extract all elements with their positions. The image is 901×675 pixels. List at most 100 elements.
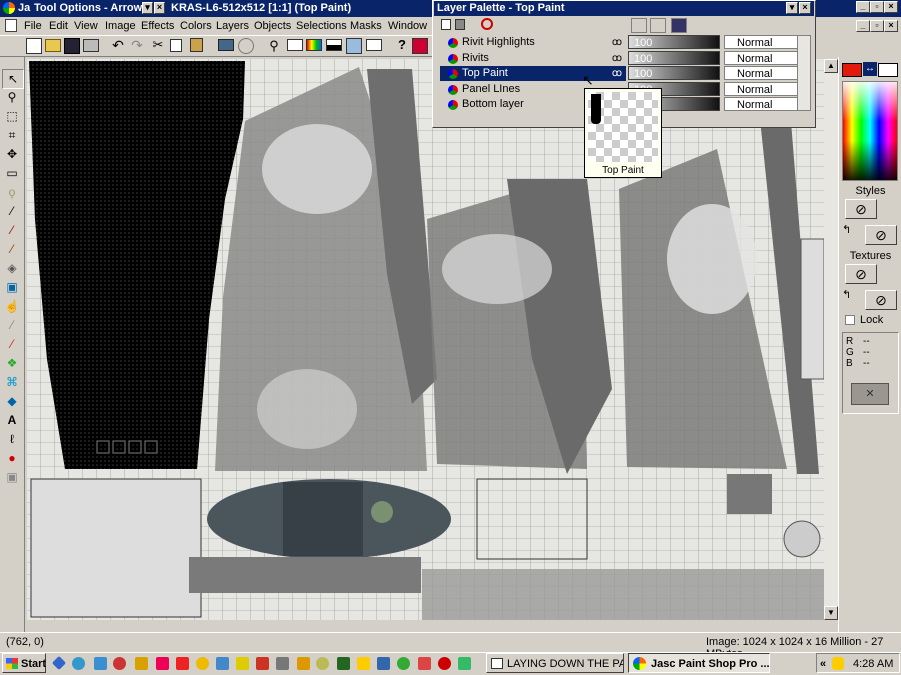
context-help-icon[interactable] <box>412 38 428 54</box>
screen-capture-icon[interactable] <box>218 39 234 51</box>
horizontal-scrollbar[interactable] <box>27 620 824 632</box>
visibility-glasses-icon[interactable]: ꝏ <box>612 66 622 81</box>
quicklaunch-icon-6[interactable] <box>156 657 169 670</box>
histogram-icon[interactable] <box>326 39 342 51</box>
maximize-button[interactable]: ▫ <box>870 1 884 13</box>
layer-palette-titlebar[interactable]: Layer Palette - Top Paint ▾ × <box>434 1 814 16</box>
quicklaunch-icon-19[interactable] <box>418 657 431 670</box>
minimize-button[interactable]: _ <box>856 1 870 13</box>
quicklaunch-icon-21[interactable] <box>458 657 471 670</box>
quicklaunch-icon-13[interactable] <box>297 657 310 670</box>
doc-icon[interactable] <box>5 19 17 32</box>
start-button[interactable]: Start <box>2 653 46 673</box>
undo-icon[interactable]: ↶ <box>110 37 126 53</box>
airbrush-icon[interactable]: ⌘ <box>2 373 22 391</box>
layer-row-top-paint[interactable]: Top Paint ꝏ <box>440 66 626 81</box>
menu-file[interactable]: File <box>24 17 42 35</box>
opacity-slider[interactable]: 100 <box>628 35 720 49</box>
layer-properties-icon[interactable] <box>481 18 493 30</box>
flood-fill-icon[interactable]: ◆ <box>2 392 22 410</box>
menu-window[interactable]: Window <box>388 17 427 35</box>
swap-textures-icon[interactable]: ↰ <box>842 288 851 301</box>
tab-mask-icon[interactable] <box>650 18 666 33</box>
tray-hand-icon[interactable] <box>832 657 844 670</box>
blend-mode-select[interactable]: Normal <box>724 82 808 96</box>
opacity-slider[interactable]: 100 <box>628 66 720 80</box>
foreground-color-swatch[interactable] <box>842 63 862 77</box>
help-icon[interactable]: ? <box>394 37 410 53</box>
mover-tool-icon[interactable]: ✥ <box>2 145 22 163</box>
vertical-scrollbar[interactable]: ▲ ▼ <box>824 59 838 620</box>
blend-mode-select[interactable]: Normal <box>724 97 808 111</box>
dropper-tool-icon[interactable]: ⁄ <box>2 221 22 239</box>
tool-options-toggle-icon[interactable] <box>287 39 303 51</box>
color-replacer-icon[interactable]: ▣ <box>2 278 22 296</box>
color-palette-toggle-icon[interactable] <box>306 39 322 51</box>
close-button[interactable]: × <box>884 1 898 13</box>
color-spectrum-picker[interactable] <box>842 81 898 181</box>
tray-expand-chevron[interactable]: « <box>820 654 826 674</box>
tab-visibility-icon[interactable] <box>631 18 647 33</box>
menu-colors[interactable]: Colors <box>180 17 212 35</box>
quicklaunch-icon-7[interactable] <box>176 657 189 670</box>
preset-shapes-icon[interactable]: ● <box>2 449 22 467</box>
crop-tool-icon[interactable]: ⌗ <box>2 126 22 144</box>
zoom-icon[interactable]: ⚲ <box>266 38 282 54</box>
menu-view[interactable]: View <box>74 17 98 35</box>
tab-groups-icon[interactable] <box>671 18 687 33</box>
background-color-swatch[interactable] <box>878 63 898 77</box>
quicklaunch-icon-3[interactable] <box>94 657 107 670</box>
scroll-up-button[interactable]: ▲ <box>824 59 838 73</box>
new-file-icon[interactable] <box>26 38 42 54</box>
text-tool-icon[interactable]: A <box>2 411 22 429</box>
menu-masks[interactable]: Masks <box>350 17 382 35</box>
layer-palette-scrollbar[interactable] <box>797 35 811 111</box>
cut-icon[interactable]: ✂ <box>150 37 166 53</box>
taskbar-item-paint-shop-pro[interactable]: Jasc Paint Shop Pro ... <box>628 653 770 673</box>
redo-icon[interactable]: ↷ <box>129 37 145 53</box>
menu-layers[interactable]: Layers <box>216 17 249 35</box>
layer-row-rivits[interactable]: Rivits ꝏ <box>440 51 626 66</box>
doc-minimize-button[interactable]: _ <box>856 20 870 32</box>
tool-options-close[interactable]: × <box>154 2 165 14</box>
layer-row-rivit-highlights[interactable]: Rivit Highlights ꝏ <box>440 35 626 50</box>
draw-tool-icon[interactable]: ℓ <box>2 430 22 448</box>
opacity-slider[interactable]: 100 <box>628 51 720 65</box>
save-icon[interactable] <box>64 38 80 54</box>
foreground-style-button[interactable]: ⊘ <box>845 199 877 219</box>
print-icon[interactable] <box>83 39 99 52</box>
retouch-tool-icon[interactable]: ☝ <box>2 297 22 315</box>
layer-palette-close[interactable]: × <box>799 2 811 14</box>
new-layer-icon[interactable] <box>441 19 451 30</box>
deform-tool-icon[interactable]: ⬚ <box>2 107 22 125</box>
background-style-button[interactable]: ⊘ <box>865 225 897 245</box>
quicklaunch-icon-4[interactable] <box>113 657 126 670</box>
quicklaunch-icon-15[interactable] <box>337 657 350 670</box>
overview-icon[interactable] <box>366 39 382 51</box>
picture-tube-icon[interactable]: ❖ <box>2 354 22 372</box>
blend-mode-select[interactable]: Normal <box>724 35 808 49</box>
quicklaunch-icon-10[interactable] <box>236 657 249 670</box>
capture-settings-icon[interactable] <box>238 38 254 54</box>
copy-icon[interactable] <box>170 39 182 52</box>
layer-palette-toggle-icon[interactable] <box>346 38 362 54</box>
quicklaunch-icon-2[interactable] <box>72 657 85 670</box>
eraser-tool-icon[interactable]: ⁄ <box>2 335 22 353</box>
image-window-titlebar[interactable]: KRAS-L6-512x512 [1:1] (Top Paint) <box>168 1 432 16</box>
quicklaunch-icon-5[interactable] <box>135 657 148 670</box>
open-folder-icon[interactable] <box>45 39 61 52</box>
blend-mode-select[interactable]: Normal <box>724 51 808 65</box>
freehand-selection-icon[interactable]: ϙ <box>2 183 22 201</box>
quicklaunch-icon-20[interactable] <box>438 657 451 670</box>
quicklaunch-icon-12[interactable] <box>276 657 289 670</box>
background-texture-button[interactable]: ⊘ <box>865 290 897 310</box>
blend-mode-select[interactable]: Normal <box>724 66 808 80</box>
menu-edit[interactable]: Edit <box>49 17 68 35</box>
selection-tool-icon[interactable]: ▭ <box>2 164 22 182</box>
arrow-tool-icon[interactable]: ↖ <box>2 69 24 89</box>
swap-colors-icon[interactable]: ↔ <box>863 62 877 76</box>
menu-selections[interactable]: Selections <box>296 17 347 35</box>
menu-effects[interactable]: Effects <box>141 17 174 35</box>
lock-checkbox[interactable] <box>845 315 855 325</box>
layer-palette-minimize[interactable]: ▾ <box>786 2 798 14</box>
